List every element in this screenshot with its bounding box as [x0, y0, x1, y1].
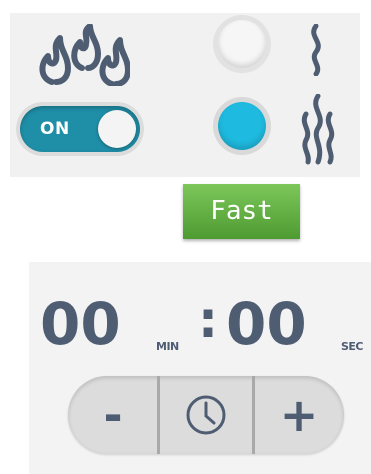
decrease-time-button[interactable]: - — [68, 376, 158, 454]
timer-separator: : — [198, 291, 218, 349]
fast-button[interactable]: Fast — [183, 184, 300, 239]
clock-button[interactable] — [160, 376, 252, 454]
toggle-label: ON — [40, 119, 70, 139]
flames-icon — [39, 24, 130, 86]
fast-steam-radio[interactable] — [218, 102, 266, 150]
triple-steam-icon — [301, 94, 335, 165]
increase-time-button[interactable]: + — [254, 376, 344, 454]
clock-icon — [186, 395, 226, 435]
timer-seconds: 00 — [226, 290, 307, 358]
toggle-knob — [98, 110, 136, 148]
timer-seconds-unit: SEC — [341, 340, 364, 353]
timer-stepper: - + — [68, 376, 344, 454]
timer-minutes-unit: MIN — [156, 340, 179, 353]
single-steam-icon — [311, 24, 321, 76]
timer-display: 00 MIN : 00 SEC — [40, 286, 370, 356]
slow-steam-radio[interactable] — [218, 20, 266, 68]
heat-on-off-toggle[interactable]: ON — [20, 106, 140, 152]
timer-minutes: 00 — [40, 290, 121, 358]
